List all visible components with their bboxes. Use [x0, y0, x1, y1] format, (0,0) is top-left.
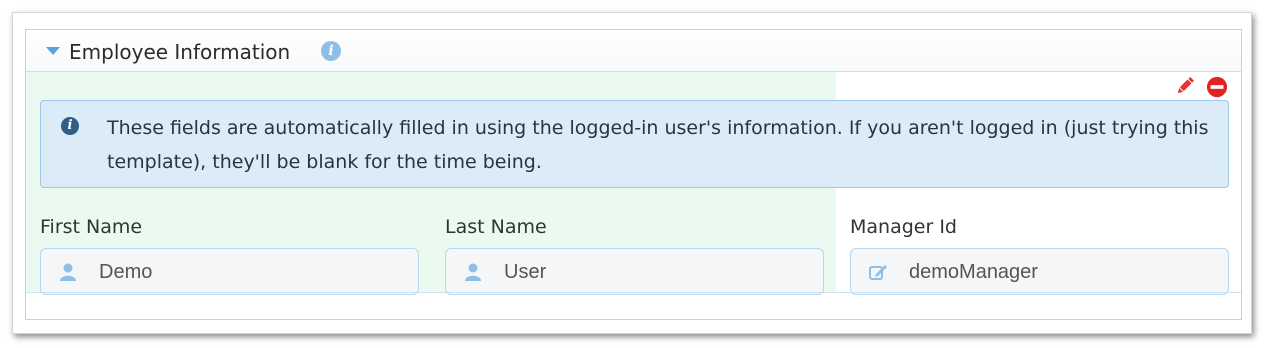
manager-id-value: demoManager	[909, 261, 1038, 283]
pencil-icon[interactable]	[1174, 75, 1196, 97]
form-frame: Employee Information i i These fields ar…	[12, 12, 1252, 334]
panel-title: Employee Information	[69, 40, 291, 64]
panel-header[interactable]: Employee Information i	[26, 30, 1241, 72]
manager-id-group: Manager Id demoManager	[850, 214, 1229, 295]
minus-circle-icon[interactable]	[1206, 76, 1228, 98]
panel-actions	[1174, 75, 1234, 101]
user-icon	[465, 263, 481, 281]
last-name-value: User	[504, 261, 547, 283]
info-alert: i These fields are automatically filled …	[40, 100, 1229, 188]
last-name-label: Last Name	[445, 216, 547, 238]
edit-icon	[869, 265, 887, 280]
employee-information-panel: Employee Information i i These fields ar…	[25, 29, 1242, 320]
info-icon[interactable]: i	[321, 41, 341, 61]
first-name-field[interactable]: Demo	[40, 248, 419, 295]
info-circle-icon: i	[61, 117, 79, 135]
first-name-label: First Name	[40, 216, 143, 238]
first-name-group: First Name Demo	[40, 214, 419, 295]
last-name-group: Last Name User	[445, 214, 824, 295]
panel-footer-divider	[26, 292, 1241, 293]
manager-id-field[interactable]: demoManager	[850, 248, 1229, 295]
alert-message: These fields are automatically filled in…	[107, 117, 1209, 173]
manager-id-label: Manager Id	[850, 216, 957, 238]
user-icon	[60, 263, 76, 281]
last-name-field[interactable]: User	[445, 248, 824, 295]
first-name-value: Demo	[99, 261, 153, 283]
caret-down-icon[interactable]	[46, 47, 60, 55]
